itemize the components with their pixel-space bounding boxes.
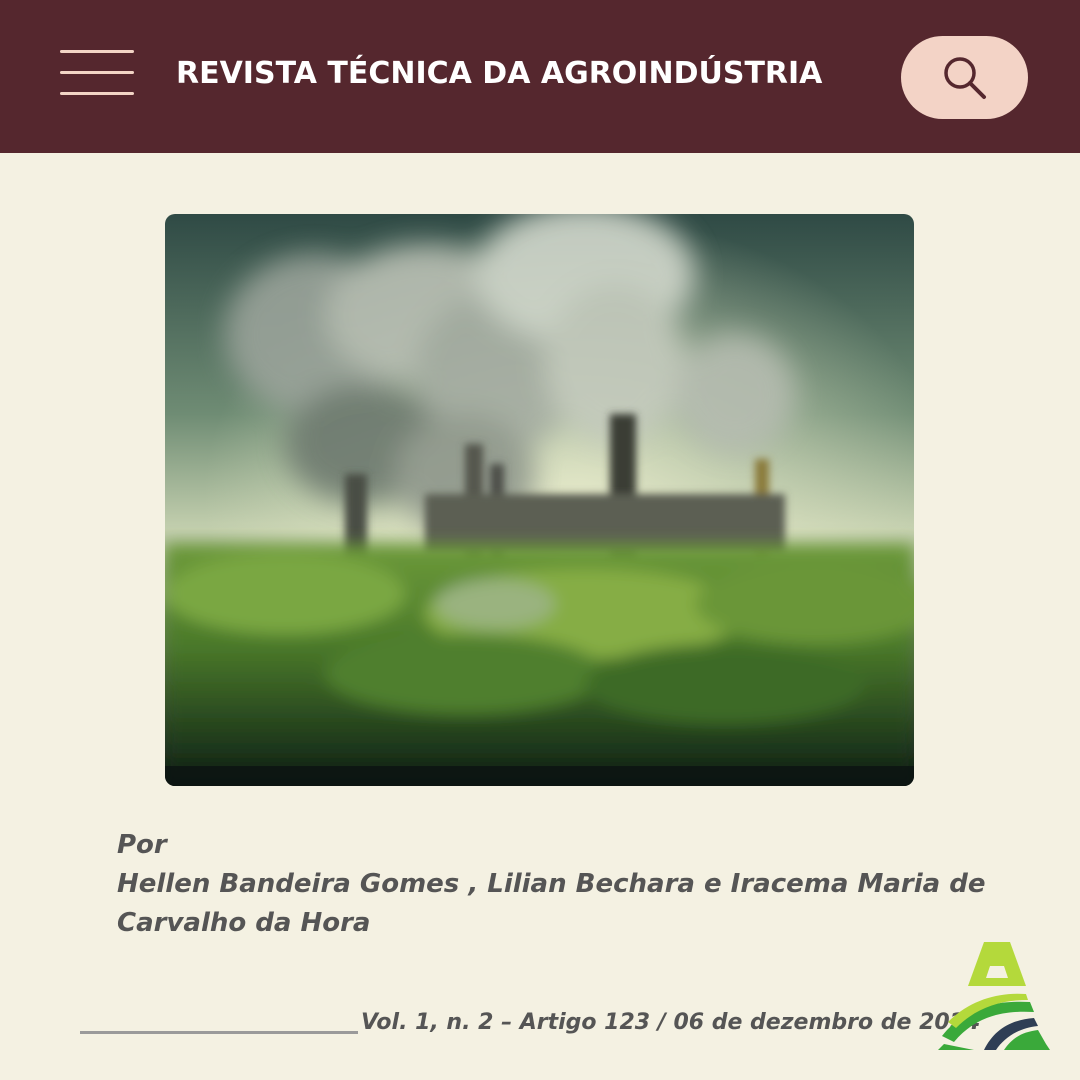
hamburger-line	[60, 71, 134, 74]
by-label: Por	[117, 830, 167, 860]
factory-smoke-illustration	[165, 214, 914, 786]
hamburger-menu-icon	[60, 50, 134, 53]
citation-text: Vol. 1, n. 2 – Artigo 123 / 06 de dezemb…	[361, 1010, 981, 1035]
journal-title: REVISTA TÉCNICA DA AGROINDÚSTRIA	[176, 56, 823, 91]
agroindustria-logo	[938, 942, 1050, 1050]
authors-line-2: Carvalho da Hora	[117, 908, 371, 938]
menu-button[interactable]	[58, 48, 136, 100]
search-button[interactable]	[901, 36, 1028, 119]
hero-image	[165, 214, 914, 786]
search-icon	[944, 57, 986, 99]
footer-divider	[80, 1031, 358, 1034]
header-bar: REVISTA TÉCNICA DA AGROINDÚSTRIA	[0, 0, 1080, 153]
author-block: Por Hellen Bandeira Gomes , Lilian Becha…	[117, 826, 997, 943]
hamburger-line	[60, 92, 134, 95]
authors-line-1: Hellen Bandeira Gomes , Lilian Bechara e…	[117, 869, 986, 899]
